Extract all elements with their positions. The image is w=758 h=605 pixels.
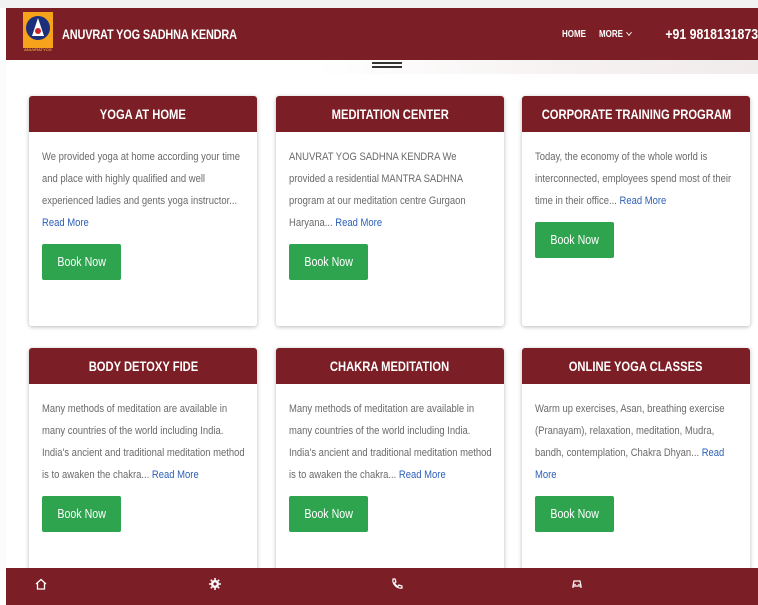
service-card-chakra-meditation: CHAKRA MEDITATION Many methods of medita… <box>276 348 504 588</box>
read-more-link[interactable]: Read More <box>335 217 382 229</box>
card-title: YOGA AT HOME <box>99 106 187 122</box>
read-more-link[interactable]: Read More <box>42 217 89 229</box>
card-title: CORPORATE TRAINING PROGRAM <box>541 106 731 122</box>
card-description: Warm up exercises, Asan, breathing exerc… <box>535 398 741 486</box>
home-icon[interactable] <box>34 577 48 591</box>
card-header: MEDITATION CENTER <box>276 96 504 132</box>
banner-slider-mark <box>372 62 402 68</box>
book-now-button[interactable]: Book Now <box>535 222 615 258</box>
card-title: ONLINE YOGA CLASSES <box>569 358 703 374</box>
phone-icon[interactable] <box>390 577 404 591</box>
card-title: CHAKRA MEDITATION <box>330 358 450 374</box>
book-now-button[interactable]: Book Now <box>289 496 369 532</box>
card-description: Today, the economy of the whole world is… <box>535 146 741 212</box>
browser-top-strip <box>0 0 758 8</box>
card-title: BODY DETOXY FIDE <box>88 358 198 374</box>
card-header: BODY DETOXY FIDE <box>29 348 257 384</box>
logo-emblem-icon <box>23 12 53 48</box>
read-more-link[interactable]: Read More <box>399 469 446 481</box>
card-description: ANUVRAT YOG SADHNA KENDRA We provided a … <box>289 146 495 234</box>
book-now-button[interactable]: Book Now <box>289 244 369 280</box>
read-more-link[interactable]: Read More <box>152 469 199 481</box>
bottom-action-bar <box>6 568 758 605</box>
card-header: CHAKRA MEDITATION <box>276 348 504 384</box>
chevron-down-icon <box>626 28 632 37</box>
book-now-label: Book Now <box>304 254 353 269</box>
card-text: Many methods of meditation are available… <box>42 403 245 481</box>
card-title: MEDITATION CENTER <box>331 106 449 122</box>
book-now-label: Book Now <box>550 506 599 521</box>
book-now-button[interactable]: Book Now <box>42 244 122 280</box>
service-card-corporate-training: CORPORATE TRAINING PROGRAM Today, the ec… <box>522 96 750 326</box>
page-left-edge <box>0 60 6 570</box>
service-card-online-yoga: ONLINE YOGA CLASSES Warm up exercises, A… <box>522 348 750 588</box>
top-nav: HOME MORE +91 9818131873 <box>559 8 758 60</box>
book-now-label: Book Now <box>57 254 106 269</box>
service-card-meditation-center: MEDITATION CENTER ANUVRAT YOG SADHNA KEN… <box>276 96 504 326</box>
site-logo[interactable]: ANUVRATYOG <box>20 12 56 56</box>
book-now-label: Book Now <box>304 506 353 521</box>
logo-caption: ANUVRATYOG <box>24 47 52 52</box>
card-description: Many methods of meditation are available… <box>42 398 248 486</box>
card-text: Many methods of meditation are available… <box>289 403 492 481</box>
site-header: ANUVRATYOG ANUVRAT YOG SADHNA KENDRA HOM… <box>6 8 758 60</box>
book-now-label: Book Now <box>57 506 106 521</box>
car-icon[interactable] <box>570 577 584 591</box>
service-card-yoga-at-home: YOGA AT HOME We provided yoga at home ac… <box>29 96 257 326</box>
service-card-body-detox: BODY DETOXY FIDE Many methods of meditat… <box>29 348 257 588</box>
card-header: YOGA AT HOME <box>29 96 257 132</box>
book-now-button[interactable]: Book Now <box>535 496 615 532</box>
gear-icon[interactable] <box>208 577 222 591</box>
book-now-label: Book Now <box>550 232 599 247</box>
book-now-button[interactable]: Book Now <box>42 496 122 532</box>
card-description: We provided yoga at home according your … <box>42 146 248 234</box>
card-description: Many methods of meditation are available… <box>289 398 495 486</box>
card-header: ONLINE YOGA CLASSES <box>522 348 750 384</box>
read-more-link[interactable]: Read More <box>619 195 666 207</box>
card-text: We provided yoga at home according your … <box>42 151 241 207</box>
nav-more-dropdown[interactable]: MORE <box>598 28 632 40</box>
card-text: Warm up exercises, Asan, breathing exerc… <box>535 403 725 459</box>
nav-more-label: MORE <box>598 28 623 40</box>
phone-number-link[interactable]: +91 9818131873 <box>665 26 758 43</box>
nav-home-link[interactable]: HOME <box>562 29 586 40</box>
brand-name[interactable]: ANUVRAT YOG SADHNA KENDRA <box>62 26 237 42</box>
card-header: CORPORATE TRAINING PROGRAM <box>522 96 750 132</box>
